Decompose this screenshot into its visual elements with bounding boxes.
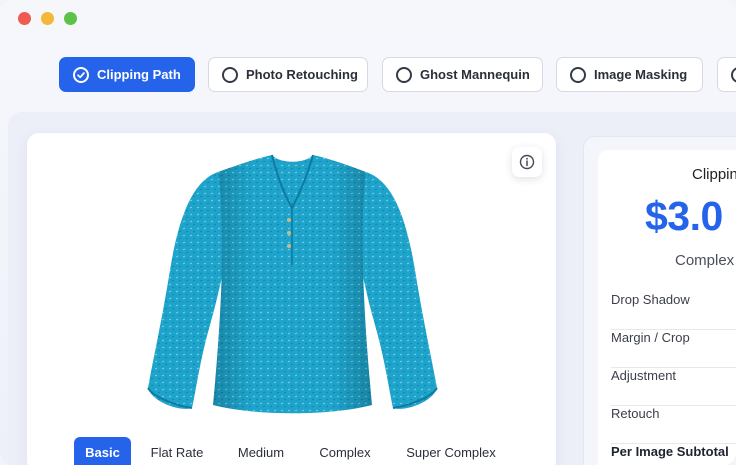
option-label: Drop Shadow (611, 292, 690, 307)
app-window: Clipping Path Photo Retouching Ghost Man… (0, 0, 736, 465)
option-label: Margin / Crop (611, 330, 690, 345)
radio-circle-icon (222, 66, 238, 83)
tab-photo-retouching[interactable]: Photo Retouching (208, 57, 368, 92)
subtab-basic[interactable]: Basic (74, 437, 131, 465)
option-label: Retouch (611, 406, 660, 421)
tab-image-masking[interactable]: Image Masking (556, 57, 703, 92)
subtab-flat-rate[interactable]: Flat Rate (142, 437, 212, 465)
check-circle-icon (73, 66, 89, 83)
close-window-button[interactable] (18, 12, 31, 25)
option-row-drop-shadow[interactable]: Drop Shadow (611, 292, 736, 330)
pricing-title: Clippin (692, 166, 736, 183)
subtotal-row: Per Image Subtotal (611, 444, 736, 465)
blouse-product-image (147, 154, 438, 414)
option-row-retouch[interactable]: Retouch (611, 406, 736, 444)
tab-clipping-path[interactable]: Clipping Path (59, 57, 195, 92)
subtotal-label: Per Image Subtotal (611, 444, 729, 459)
complexity-level: Complex (675, 252, 735, 269)
radio-circle-icon (570, 66, 586, 83)
minimize-window-button[interactable] (41, 12, 54, 25)
info-icon (519, 154, 535, 170)
tab-next-partial[interactable] (717, 57, 736, 92)
radio-circle-icon (731, 66, 736, 83)
subtab-super-complex[interactable]: Super Complex (396, 437, 506, 465)
tab-label: Ghost Mannequin (420, 67, 530, 82)
option-row-adjustment[interactable]: Adjustment (611, 368, 736, 406)
price-amount: $3.0 (645, 193, 723, 239)
info-button[interactable] (512, 147, 542, 177)
option-row-margin-crop[interactable]: Margin / Crop (611, 330, 736, 368)
zoom-window-button[interactable] (64, 12, 77, 25)
subtab-medium[interactable]: Medium (227, 437, 295, 465)
title-bar (0, 0, 736, 38)
radio-circle-icon (396, 66, 412, 83)
tab-label: Clipping Path (97, 67, 181, 82)
subtab-complex[interactable]: Complex (310, 437, 380, 465)
tab-label: Image Masking (594, 67, 688, 82)
option-label: Adjustment (611, 368, 677, 383)
tab-ghost-mannequin[interactable]: Ghost Mannequin (382, 57, 543, 92)
tab-label: Photo Retouching (246, 67, 358, 82)
